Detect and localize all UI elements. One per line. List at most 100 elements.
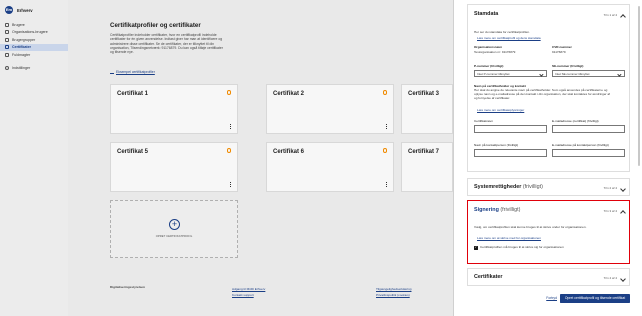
step-indicator: Trin 2 af 4	[603, 186, 617, 190]
more-menu-icon[interactable]	[230, 182, 231, 187]
chevron-down-icon[interactable]	[620, 185, 626, 192]
cancel-link[interactable]: Fortryd	[546, 296, 557, 300]
section-signering: Signering (frivilligt) Trin 3 af 4 Vælg,…	[467, 200, 630, 264]
cert-email-input[interactable]	[552, 125, 625, 133]
section-title: Signering (frivilligt)	[474, 207, 520, 213]
footer-link[interactable]: Kontakt support	[232, 293, 254, 297]
sidebar-item-label: Brugergrupper	[12, 37, 36, 42]
add-card-label: OPRET CERTIFIKATPROFIL	[155, 234, 193, 238]
page-title: Certifikatprofiler og certifikater	[110, 22, 201, 29]
card-title: Certifikat 5	[117, 149, 149, 155]
more-menu-icon[interactable]	[386, 182, 387, 187]
org-label: Organisationsnavn	[474, 45, 503, 49]
more-menu-icon[interactable]	[230, 124, 231, 129]
sidebar-item-label: Fuldmagter	[12, 52, 31, 57]
user-icon	[5, 22, 9, 27]
certificate-card[interactable]: Certifikat 6	[266, 142, 394, 192]
sidebar: Em Erhverv Brugere Organisations-brugere…	[0, 0, 68, 316]
contact-name-label: Navn på kontaktperson (frivilligt)	[474, 143, 519, 147]
se-number-select[interactable]: Intet SE-nummer tilknyttet	[552, 70, 625, 77]
document-icon	[5, 52, 9, 57]
brand-name: Erhverv	[17, 7, 33, 13]
sidebar-item-label: Organisations-brugere	[12, 30, 48, 35]
step-indicator: Trin 3 af 4	[603, 209, 617, 213]
sidebar-item-label: Certifikater	[12, 45, 31, 50]
download-icon	[110, 70, 114, 74]
brand[interactable]: Em Erhverv	[0, 5, 68, 15]
example-link-label: Eksempel certifikatprofiler	[116, 70, 155, 74]
cvr-value: 91176879	[552, 50, 566, 54]
footer-title: Digitaliseringsstyrelsen	[110, 285, 145, 289]
group-icon	[5, 37, 9, 42]
certificate-card[interactable]: Certifikat 2	[266, 84, 394, 134]
contact-email-input[interactable]	[552, 149, 625, 157]
card-title: Certifikat 6	[273, 149, 305, 155]
status-dot-icon	[382, 90, 387, 95]
more-menu-icon[interactable]	[386, 124, 387, 129]
optional-text: (frivilligt)	[500, 207, 521, 213]
section-title-text: Systemrettigheder	[474, 184, 522, 190]
stamdata-intro-link[interactable]: Læs mere om certifikatprofil og dens sta…	[477, 36, 541, 40]
card-title: Certifikat 1	[117, 91, 149, 97]
sidebar-item-organisationsbrugere[interactable]: Organisations-brugere	[0, 29, 68, 37]
signering-link[interactable]: Læs mere om at skrive med for organisati…	[477, 236, 541, 240]
certificate-icon	[5, 45, 9, 50]
certificate-card[interactable]: Certifikat 5	[110, 142, 238, 192]
sidebar-item-brugere[interactable]: Brugere	[0, 21, 68, 29]
org-value: Testorganisation nr: 91176879	[474, 50, 516, 54]
status-dot-icon	[226, 148, 231, 153]
footer-link[interactable]: Privatlivspolitik (cookies)	[376, 293, 410, 297]
section-systemrettigheder[interactable]: Systemrettigheder (frivilligt) Trin 2 af…	[467, 178, 630, 196]
cvr-label: CVR-nummer	[552, 45, 572, 49]
p-number-select[interactable]: Intet P-nummer tilknyttet	[474, 70, 547, 77]
card-title: Certifikat 3	[408, 91, 440, 97]
chevron-up-icon[interactable]	[620, 210, 626, 216]
cert-name-label: Certifikatnavn	[474, 119, 493, 123]
submit-button[interactable]: Opret certifikatprofil og tilsende certi…	[560, 294, 630, 303]
status-dot-icon	[226, 90, 231, 95]
se-number-label: SE-nummer (frivilligt)	[552, 64, 584, 68]
sidebar-item-certifikater[interactable]: Certifikater	[0, 43, 68, 51]
contact-link[interactable]: Læs mere om certifikatoplysninger	[477, 108, 524, 112]
sidebar-item-brugergrupper[interactable]: Brugergrupper	[0, 36, 68, 44]
section-certifikater[interactable]: Certifikater Trin 4 af 4	[467, 268, 630, 286]
sidebar-item-fuldmagter[interactable]: Fuldmagter	[0, 51, 68, 59]
footer-link[interactable]: Tilgængelighedserklæring	[376, 287, 411, 291]
section-title-text: Signering	[474, 207, 499, 213]
signering-checkbox[interactable]: ✓	[474, 245, 478, 250]
chevron-up-icon[interactable]	[620, 14, 626, 20]
step-indicator: Trin 4 af 4	[603, 276, 617, 280]
signering-text: Vælg, om certifikatprofilen skal kunne b…	[474, 225, 587, 229]
cert-name-input[interactable]	[474, 125, 547, 133]
page-description: Certifikatprofiler indeholder certifikat…	[110, 33, 223, 55]
users-icon	[5, 30, 9, 35]
certificate-card[interactable]: Certifikat 1	[110, 84, 238, 134]
certificate-card[interactable]: Certifikat 3	[401, 84, 453, 134]
create-profile-panel: Stamdata Trin 1 af 4 Her ser du stamdata…	[453, 0, 642, 316]
cert-email-label: E-mailadresse (certifikat) (frivilligt)	[552, 119, 599, 123]
chevron-down-icon[interactable]	[620, 275, 626, 282]
section-title: Systemrettigheder (frivilligt)	[474, 184, 543, 190]
section-title: Certifikater	[474, 274, 503, 280]
contact-name-input[interactable]	[474, 149, 547, 157]
contact-email-label: E-mailadresse på kontaktperson (frivilli…	[552, 143, 609, 147]
footer-link[interactable]: Adgang til MitID Erhverv	[232, 287, 265, 291]
sidebar-item-indstillinger[interactable]: Indstillinger	[0, 65, 68, 73]
p-number-label: P-nummer (frivilligt)	[474, 64, 504, 68]
gear-icon	[5, 66, 9, 71]
sidebar-item-label: Indstillinger	[12, 66, 31, 71]
signering-checkbox-label: Certifikatprofilen må bruges til at skri…	[480, 245, 564, 249]
section-title: Stamdata	[474, 11, 499, 17]
contact-description: Her skal du angive de relevante navn på …	[474, 88, 611, 100]
add-certificate-profile-card[interactable]: + OPRET CERTIFIKATPROFIL	[110, 200, 238, 258]
optional-text: (frivilligt)	[522, 184, 543, 190]
certificate-card[interactable]: Certifikat 7	[401, 142, 453, 192]
stamdata-intro: Her ser du stamdata for certifikatprofil…	[474, 30, 530, 34]
status-dot-icon	[382, 148, 387, 153]
panel-actions: Fortryd Opret certifikatprofil og tilsen…	[467, 294, 630, 304]
example-link[interactable]: Eksempel certifikatprofiler	[110, 70, 155, 74]
scrollbar[interactable]	[638, 6, 640, 166]
sidebar-item-label: Brugere	[12, 22, 25, 27]
plus-icon: +	[169, 219, 180, 230]
card-title: Certifikat 7	[408, 149, 440, 155]
